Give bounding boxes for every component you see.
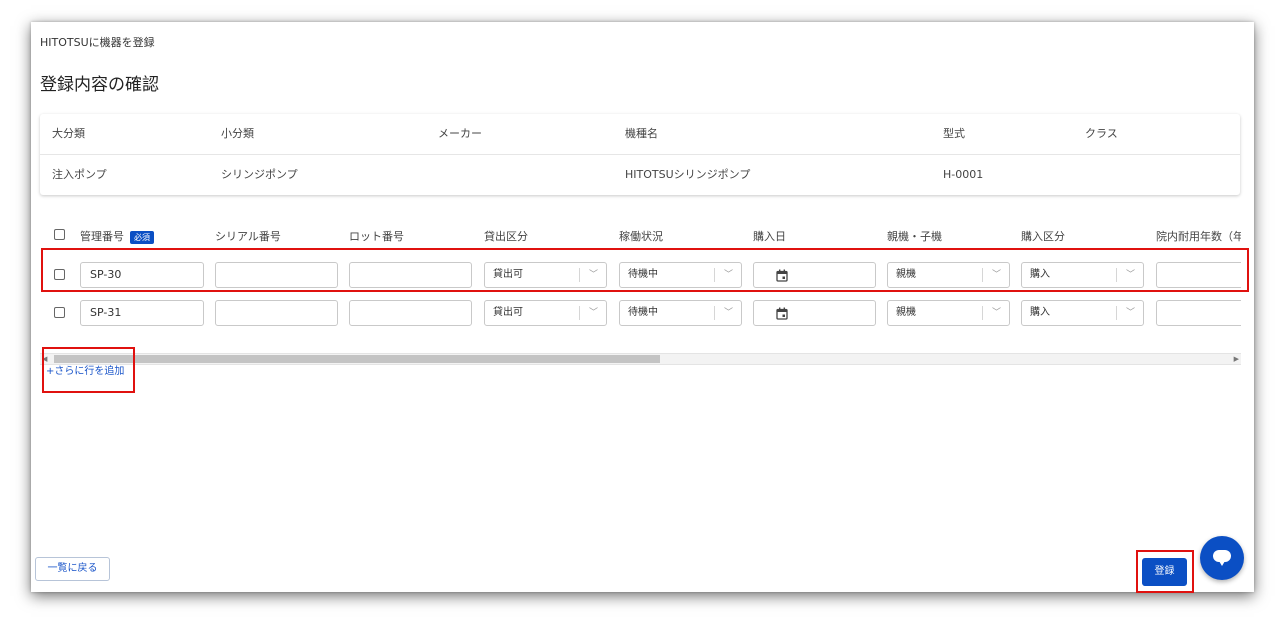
chevron-down-icon: ﹀ [588,308,598,318]
header-operation-status: 稼働状況 [619,230,663,243]
info-header-class: クラス [1085,127,1118,140]
chevron-down-icon: ﹀ [991,270,1001,280]
operation-status-select[interactable]: 待機中 ﹀ [619,262,742,288]
info-value-model-name: HITOTSUシリンジポンプ [625,168,751,181]
chevron-down-icon: ﹀ [723,308,733,318]
back-to-list-button[interactable]: 一覧に戻る [35,557,110,581]
info-value-major-category: 注入ポンプ [52,168,107,181]
chevron-down-icon: ﹀ [588,270,598,280]
parent-child-select[interactable]: 親機 ﹀ [887,262,1010,288]
rental-class-value: 貸出可 [493,307,523,318]
required-badge: 必須 [130,230,154,244]
info-header-major-category: 大分類 [52,127,85,140]
chevron-down-icon: ﹀ [991,308,1001,318]
purchase-class-value: 購入 [1030,307,1050,318]
parent-child-value: 親機 [896,269,916,280]
row-checkbox[interactable] [54,307,65,318]
breadcrumb: HITOTSUに機器を登録 [40,36,155,49]
operation-status-select[interactable]: 待機中 ﹀ [619,300,742,326]
info-value-model-number: H-0001 [943,168,984,181]
chevron-down-icon: ﹀ [1125,308,1135,318]
purchase-date-picker[interactable] [753,300,876,326]
rental-class-value: 貸出可 [493,269,523,280]
scrollbar-thumb[interactable] [54,355,660,363]
useful-life-input[interactable] [1156,300,1241,326]
register-device-window: HITOTSUに機器を登録 登録内容の確認 大分類 小分類 メーカー 機種名 型… [31,22,1254,593]
info-header-model-name: 機種名 [625,127,658,140]
operation-status-value: 待機中 [628,307,658,318]
header-rental-class: 貸出区分 [484,230,528,243]
purchase-date-picker[interactable] [753,262,876,288]
chevron-down-icon: ﹀ [1125,270,1135,280]
header-mgmt-no-label: 管理番号 [80,230,124,243]
purchase-class-value: 購入 [1030,269,1050,280]
page-title: 登録内容の確認 [40,75,159,95]
rental-class-select[interactable]: 貸出可 ﹀ [484,262,607,288]
horizontal-scrollbar[interactable]: ◀ ▶ [40,353,1241,365]
header-useful-life: 院内耐用年数（年） [1156,230,1241,243]
select-all-checkbox[interactable] [54,229,65,240]
register-button[interactable]: 登録 [1142,558,1187,586]
calendar-icon [776,307,788,320]
lot-no-input[interactable] [349,300,472,326]
parent-child-select[interactable]: 親機 ﹀ [887,300,1010,326]
scroll-right-arrow-icon[interactable]: ▶ [1234,354,1239,364]
parent-child-value: 親機 [896,307,916,318]
info-value-minor-category: シリンジポンプ [221,168,298,181]
table-row: SP-31 貸出可 ﹀ 待機中 ﹀ 親機 ﹀ 購入 ﹀ [40,296,1241,332]
useful-life-input[interactable] [1156,262,1241,288]
info-header-row: 大分類 小分類 メーカー 機種名 型式 クラス [40,114,1240,155]
chat-icon [1213,550,1231,566]
purchase-class-select[interactable]: 購入 ﹀ [1021,262,1144,288]
device-entry-table: 管理番号 必須 シリアル番号 ロット番号 貸出区分 稼働状況 購入日 親機・子機 … [40,220,1241,345]
info-header-model-number: 型式 [943,127,965,140]
header-lot-no: ロット番号 [349,230,404,243]
add-row-link[interactable]: +さらに行を追加 [46,362,124,377]
serial-no-input[interactable] [215,262,338,288]
chat-button[interactable] [1200,536,1244,580]
lot-no-input[interactable] [349,262,472,288]
rental-class-select[interactable]: 貸出可 ﹀ [484,300,607,326]
header-mgmt-no: 管理番号 必須 [80,228,154,244]
info-header-maker: メーカー [438,127,482,140]
table-row: SP-30 貸出可 ﹀ 待機中 ﹀ 親機 ﹀ 購入 ﹀ [40,257,1241,293]
operation-status-value: 待機中 [628,269,658,280]
info-value-row: 注入ポンプ シリンジポンプ HITOTSUシリンジポンプ H-0001 [40,155,1240,195]
header-purchase-class: 購入区分 [1021,230,1065,243]
model-info-card: 大分類 小分類 メーカー 機種名 型式 クラス 注入ポンプ シリンジポンプ HI… [40,114,1240,195]
mgmt-no-input[interactable]: SP-31 [80,300,204,326]
header-serial-no: シリアル番号 [215,230,281,243]
info-header-minor-category: 小分類 [221,127,254,140]
serial-no-input[interactable] [215,300,338,326]
header-parent-child: 親機・子機 [887,230,942,243]
chevron-down-icon: ﹀ [723,270,733,280]
calendar-icon [776,269,788,282]
header-purchase-date: 購入日 [753,230,786,243]
purchase-class-select[interactable]: 購入 ﹀ [1021,300,1144,326]
mgmt-no-input[interactable]: SP-30 [80,262,204,288]
row-checkbox[interactable] [54,269,65,280]
